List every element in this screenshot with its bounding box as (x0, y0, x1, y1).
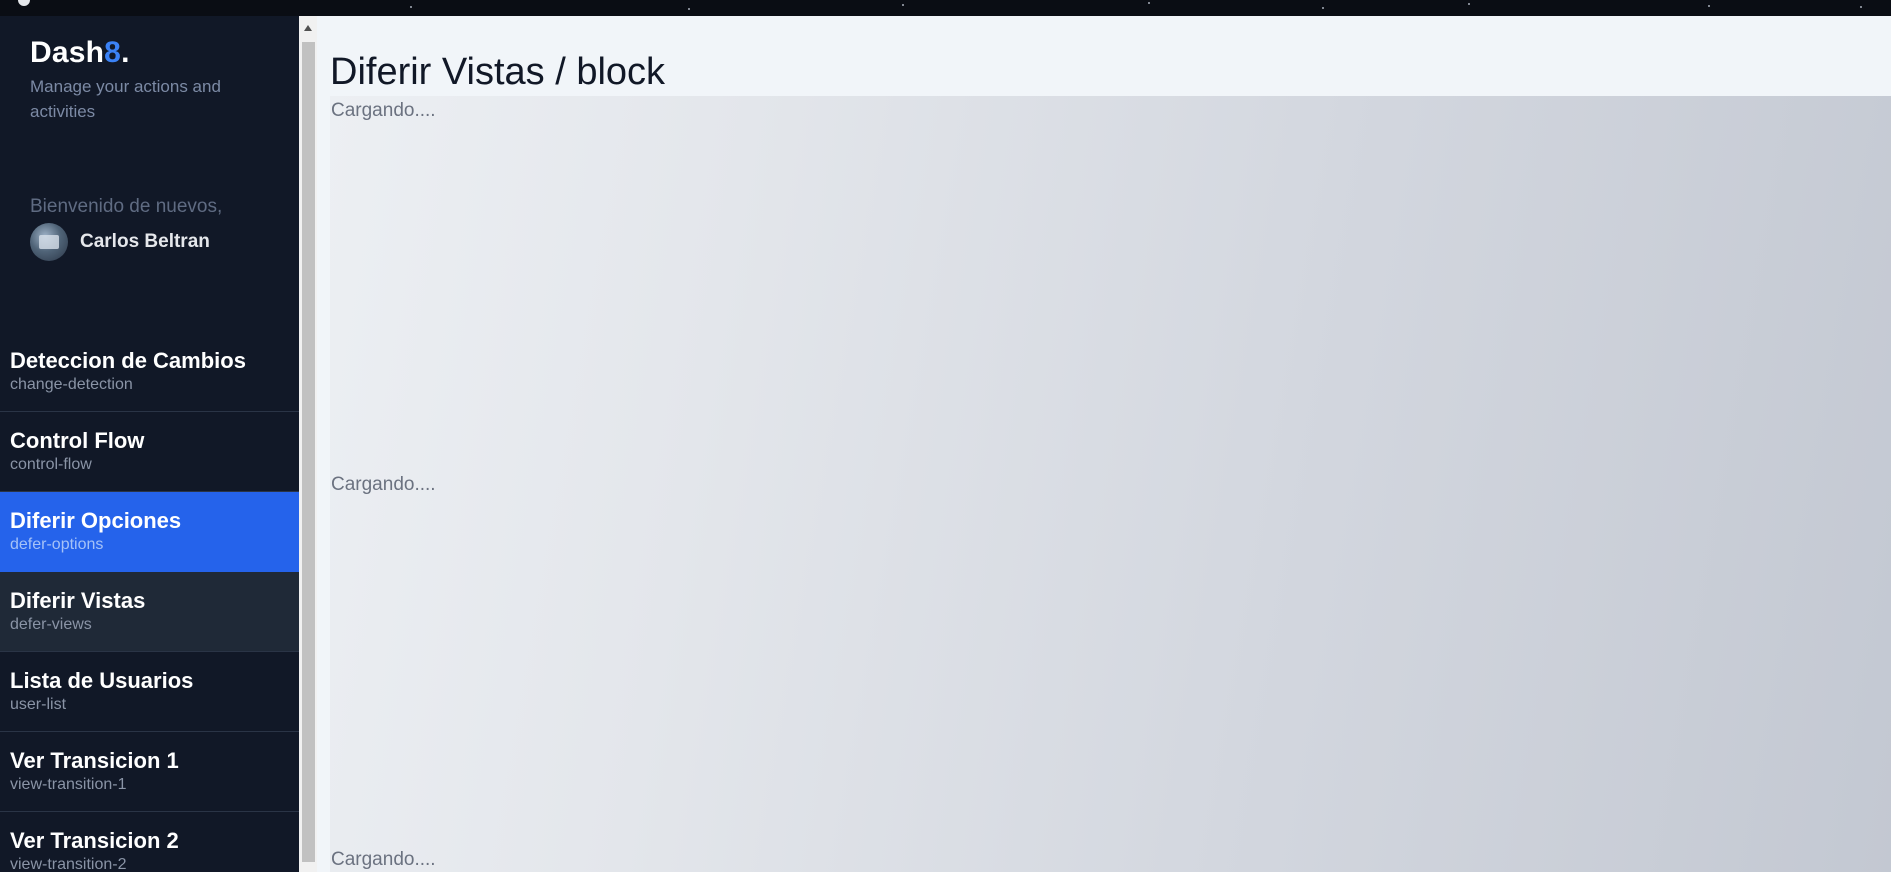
sidebar-item-title: Control Flow (10, 428, 145, 453)
vertical-scrollbar[interactable] (299, 16, 317, 872)
sidebar-item-defer-views[interactable]: Diferir Vistas defer-views (0, 572, 299, 652)
avatar[interactable] (30, 223, 68, 261)
sidebar-item-title: Diferir Vistas (10, 588, 146, 613)
brand-name: Dash (30, 36, 105, 69)
sidebar-item-route: defer-views (10, 616, 92, 633)
sidebar-item-route: user-list (10, 696, 67, 713)
sidebar-item-title: Lista de Usuarios (10, 668, 194, 693)
main-content: Diferir Vistas / block Cargando.... Carg… (317, 16, 1891, 872)
tagline: Manage your actions and activities (30, 77, 221, 121)
deferred-block-area: Cargando.... Cargando.... Cargando.... (330, 96, 1891, 872)
sidebar-item-route: control-flow (10, 456, 92, 473)
sidebar-item-title: Deteccion de Cambios (10, 348, 246, 373)
sidebar-item-route: change-detection (10, 376, 133, 393)
loading-text: Cargando.... (331, 849, 436, 870)
sidebar-item-title: Ver Transicion 2 (10, 828, 179, 853)
loading-text: Cargando.... (331, 474, 436, 495)
sidebar-item-defer-options[interactable]: Diferir Opciones defer-options (0, 492, 299, 572)
sidebar: Dash8. Manage your actions and activitie… (0, 16, 299, 872)
sidebar-item-control-flow[interactable]: Control Flow control-flow (0, 412, 299, 492)
sidebar-nav: Deteccion de Cambios change-detection Co… (0, 332, 299, 872)
brand-accent: 8 (104, 36, 122, 69)
brand-logo[interactable]: Dash8. (30, 36, 130, 70)
sidebar-item-route: defer-options (10, 536, 104, 553)
sidebar-item-route: view-transition-1 (10, 776, 127, 793)
welcome-text: Bienvenido de nuevos, (30, 196, 223, 217)
sidebar-item-user-list[interactable]: Lista de Usuarios user-list (0, 652, 299, 732)
user-name: Carlos Beltran (80, 231, 210, 252)
sidebar-item-title: Diferir Opciones (10, 508, 182, 533)
loading-text: Cargando.... (331, 100, 436, 121)
top-strip (0, 0, 1891, 16)
user-profile[interactable]: Carlos Beltran (30, 222, 210, 262)
sidebar-item-title: Ver Transicion 1 (10, 748, 179, 773)
corner-dot (18, 0, 30, 6)
sidebar-item-view-transition-1[interactable]: Ver Transicion 1 view-transition-1 (0, 732, 299, 812)
page-title: Diferir Vistas / block (330, 51, 666, 94)
brand-suffix: . (121, 36, 130, 69)
sidebar-item-change-detection[interactable]: Deteccion de Cambios change-detection (0, 332, 299, 412)
sidebar-item-view-transition-2[interactable]: Ver Transicion 2 view-transition-2 (0, 812, 299, 872)
scroll-up-arrow-icon[interactable] (304, 25, 312, 31)
sidebar-item-route: view-transition-2 (10, 856, 127, 872)
scroll-thumb[interactable] (302, 42, 315, 862)
